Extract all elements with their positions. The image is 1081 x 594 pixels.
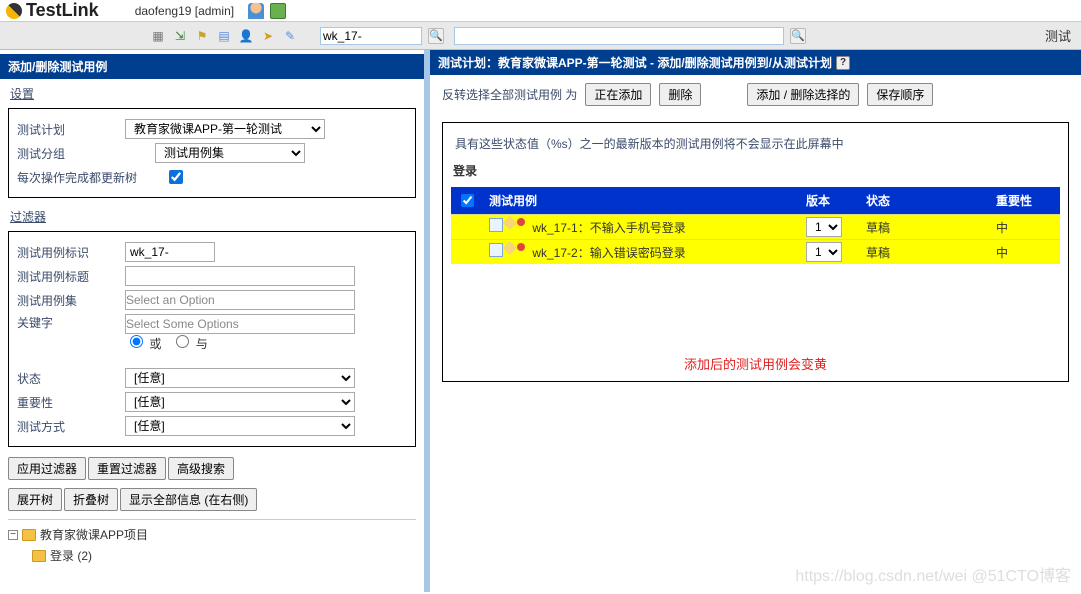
org-chart-icon[interactable]: ▦ <box>150 28 166 44</box>
search-main-icon[interactable]: 🔍 <box>790 28 806 44</box>
adding-button[interactable]: 正在添加 <box>585 83 651 106</box>
edit-icon[interactable] <box>503 216 517 230</box>
suite-subhead: 登录 <box>453 162 1060 179</box>
f-exec-label: 测试方式 <box>17 418 117 435</box>
testlink-logo: TestLink <box>6 0 99 21</box>
add-remove-button[interactable]: 添加 / 删除选择的 <box>747 83 859 106</box>
filter-header[interactable]: 过滤器 <box>10 208 414 225</box>
user-icon[interactable] <box>248 3 264 19</box>
settings-header[interactable]: 设置 <box>10 85 414 102</box>
tc-imp: 中 <box>990 240 1060 265</box>
th-importance: 重要性 <box>990 187 1060 215</box>
collapse-tree-button[interactable]: 折叠树 <box>64 488 118 511</box>
plan-label: 测试计划 <box>17 121 117 138</box>
pen-icon[interactable]: ✎ <box>282 28 298 44</box>
save-order-button[interactable]: 保存顺序 <box>867 83 933 106</box>
doc-icon[interactable]: ▤ <box>216 28 232 44</box>
f-id-label: 测试用例标识 <box>17 244 117 261</box>
plan-select[interactable]: 教育家微课APP-第一轮测试 <box>125 119 325 139</box>
f-title-input[interactable] <box>125 266 355 286</box>
current-user: daofeng19 [admin] <box>135 4 234 18</box>
ver-select[interactable]: 1 <box>806 217 842 237</box>
doc-icon[interactable] <box>489 218 503 232</box>
tc-name: wk_17-1：不输入手机号登录 <box>532 221 685 235</box>
tree-icon[interactable]: ⇲ <box>172 28 188 44</box>
bullet-icon[interactable] <box>517 243 525 251</box>
brand-name: TestLink <box>26 0 99 21</box>
ver-select[interactable]: 1 <box>806 242 842 262</box>
f-kw-label: 关键字 <box>17 314 117 331</box>
tree-root-label: 教育家微课APP项目 <box>40 526 148 543</box>
th-testcase: 测试用例 <box>483 187 800 215</box>
refresh-label: 每次操作完成都更新树 <box>17 169 157 186</box>
f-importance-label: 重要性 <box>17 394 117 411</box>
logo-icon <box>6 3 22 19</box>
tc-status: 草稿 <box>860 240 990 265</box>
radio-and[interactable]: 与 <box>171 332 207 352</box>
invert-label: 反转选择全部测试用例 为 <box>442 86 577 103</box>
show-all-button[interactable]: 显示全部信息 (在右侧) <box>120 488 257 511</box>
reset-filter-button[interactable]: 重置过滤器 <box>88 457 166 480</box>
cursor-icon[interactable]: ➤ <box>260 28 276 44</box>
bullet-icon[interactable] <box>517 218 525 226</box>
collapse-icon[interactable]: − <box>8 530 18 540</box>
group-label: 测试分组 <box>17 145 117 162</box>
select-all-checkbox[interactable] <box>461 194 474 207</box>
folder-open-icon <box>22 529 36 541</box>
f-status-select[interactable]: [任意] <box>125 368 355 388</box>
settings-panel: 测试计划 教育家微课APP-第一轮测试 测试分组 测试用例集 每次操作完成都更新… <box>8 108 416 198</box>
f-title-label: 测试用例标题 <box>17 268 117 285</box>
f-kw-select[interactable]: Select Some Options <box>125 314 355 334</box>
table-row: wk_17-1：不输入手机号登录 1 草稿 中 <box>451 215 1060 240</box>
table-row: wk_17-2：输入错误密码登录 1 草稿 中 <box>451 240 1060 265</box>
f-suite-select[interactable]: Select an Option <box>125 290 355 310</box>
folder-closed-icon <box>32 550 46 562</box>
th-version: 版本 <box>800 187 860 215</box>
flag-icon[interactable]: ⚑ <box>194 28 210 44</box>
f-importance-select[interactable]: [任意] <box>125 392 355 412</box>
tc-name: wk_17-2：输入错误密码登录 <box>532 246 685 260</box>
f-status-label: 状态 <box>17 370 117 387</box>
refresh-checkbox[interactable] <box>169 170 183 184</box>
search-prefix-input[interactable] <box>320 27 422 45</box>
testcase-table: 测试用例 版本 状态 重要性 <box>451 187 1060 264</box>
watermark: https://blog.csdn.net/wei @51CTO博客 <box>795 562 1071 586</box>
search-prefix-icon[interactable]: 🔍 <box>428 28 444 44</box>
filter-panel: 测试用例标识 测试用例标题 测试用例集 Select an Option 关键字… <box>8 231 416 447</box>
f-suite-label: 测试用例集 <box>17 292 117 309</box>
th-status: 状态 <box>860 187 990 215</box>
tree-child-label: 登录 (2) <box>50 547 92 564</box>
monitor-icon[interactable] <box>270 3 286 19</box>
apply-filter-button[interactable]: 应用过滤器 <box>8 457 86 480</box>
tree-root-row[interactable]: − 教育家微课APP项目 <box>8 524 416 545</box>
help-icon[interactable]: ? <box>836 56 850 70</box>
delete-button[interactable]: 删除 <box>659 83 701 106</box>
right-trunc-label: 测试 <box>1045 26 1075 45</box>
right-title: 测试计划：教育家微课APP-第一轮测试 - 添加/删除测试用例到/从测试计划 <box>438 54 832 71</box>
tree-child-row[interactable]: 登录 (2) <box>8 545 416 566</box>
toolbar: ▦ ⇲ ⚑ ▤ 👤 ➤ ✎ 🔍 🔍 测试 <box>0 22 1081 50</box>
adv-search-button[interactable]: 高级搜索 <box>168 457 234 480</box>
user2-icon[interactable]: 👤 <box>238 28 254 44</box>
status-notice: 具有这些状态值（%s）之一的最新版本的测试用例将不会显示在此屏幕中 <box>455 135 1060 152</box>
tc-imp: 中 <box>990 215 1060 240</box>
edit-icon[interactable] <box>503 241 517 255</box>
expand-tree-button[interactable]: 展开树 <box>8 488 62 511</box>
f-id-input[interactable] <box>125 242 215 262</box>
red-caption: 添加后的测试用例会变黄 <box>451 354 1060 373</box>
search-main-input[interactable] <box>454 27 784 45</box>
tc-status: 草稿 <box>860 215 990 240</box>
radio-or[interactable]: 或 <box>125 332 161 352</box>
doc-icon[interactable] <box>489 243 503 257</box>
left-title: 添加/删除测试用例 <box>0 54 424 79</box>
f-exec-select[interactable]: [任意] <box>125 416 355 436</box>
group-select[interactable]: 测试用例集 <box>155 143 305 163</box>
